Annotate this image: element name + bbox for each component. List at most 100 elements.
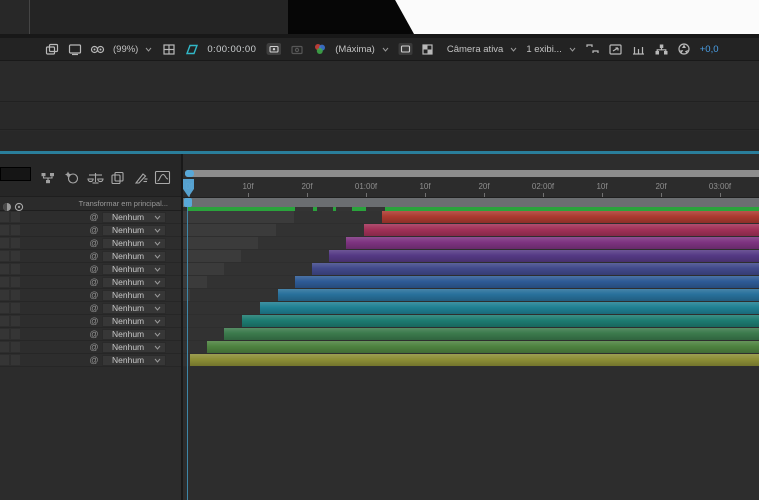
- lock-cell[interactable]: [11, 329, 20, 339]
- motion-blur-icon[interactable]: [132, 169, 149, 186]
- lock-cell[interactable]: [11, 290, 20, 300]
- parent-dropdown[interactable]: Nenhum: [102, 251, 166, 262]
- layer-row[interactable]: @ Nenhum: [0, 237, 181, 250]
- pick-whip-icon[interactable]: @: [88, 315, 100, 327]
- solo-cell[interactable]: [0, 329, 9, 339]
- solo-cell[interactable]: [0, 264, 9, 274]
- layer-duration-bar[interactable]: [329, 250, 759, 262]
- snapshot-camera-icon[interactable]: [266, 42, 281, 57]
- resolution-select[interactable]: (Máxima): [335, 44, 389, 55]
- view-layout-select[interactable]: 1 exibi...: [526, 44, 575, 55]
- layer-duration-bar[interactable]: [312, 263, 759, 275]
- channel-color-icon[interactable]: [312, 42, 327, 57]
- pick-whip-icon[interactable]: @: [88, 276, 100, 288]
- pick-whip-icon[interactable]: @: [88, 328, 100, 340]
- lock-cell[interactable]: [11, 277, 20, 287]
- shy-icon[interactable]: [87, 169, 104, 186]
- solo-cell[interactable]: [0, 316, 9, 326]
- share-view-icon[interactable]: [585, 42, 600, 57]
- solo-cell[interactable]: [0, 225, 9, 235]
- parent-dropdown[interactable]: Nenhum: [102, 290, 166, 301]
- graph-editor-icon[interactable]: [154, 169, 171, 186]
- lock-cell[interactable]: [11, 212, 20, 222]
- parent-dropdown[interactable]: Nenhum: [102, 238, 166, 249]
- parent-dropdown[interactable]: Nenhum: [102, 329, 166, 340]
- solo-cell[interactable]: [0, 342, 9, 352]
- layer-duration-bar[interactable]: [242, 315, 759, 327]
- transparency-grid-icon[interactable]: [421, 42, 436, 57]
- mini-flowchart-icon[interactable]: [39, 169, 56, 186]
- layer-duration-bar[interactable]: [224, 328, 759, 340]
- parent-column-header[interactable]: Transformar em principal...: [79, 199, 168, 208]
- search-input[interactable]: [0, 167, 31, 181]
- pick-whip-icon[interactable]: @: [88, 341, 100, 353]
- layer-row[interactable]: @ Nenhum: [0, 315, 181, 328]
- exposure-icon[interactable]: [677, 42, 692, 57]
- solo-cell[interactable]: [0, 290, 9, 300]
- layer-row[interactable]: @ Nenhum: [0, 302, 181, 315]
- layer-row[interactable]: @ Nenhum: [0, 250, 181, 263]
- work-area-bar[interactable]: [183, 198, 759, 207]
- pick-whip-icon[interactable]: @: [88, 211, 100, 223]
- 3d-view-select[interactable]: Câmera ativa: [447, 44, 518, 55]
- layer-duration-bar[interactable]: [278, 289, 759, 301]
- solo-cell[interactable]: [0, 238, 9, 248]
- flowchart-icon[interactable]: [654, 42, 669, 57]
- lock-cell[interactable]: [11, 225, 20, 235]
- layer-duration-bar[interactable]: [364, 224, 759, 236]
- layer-duration-bar[interactable]: [207, 341, 759, 353]
- parent-dropdown[interactable]: Nenhum: [102, 342, 166, 353]
- magnification-select[interactable]: (99%): [113, 44, 152, 55]
- grid-guides-icon[interactable]: [161, 42, 176, 57]
- layer-row[interactable]: @ Nenhum: [0, 211, 181, 224]
- time-navigator-bar[interactable]: [185, 170, 759, 177]
- lock-cell[interactable]: [11, 316, 20, 326]
- region-of-interest-icon[interactable]: [398, 42, 413, 57]
- parent-dropdown[interactable]: Nenhum: [102, 316, 166, 327]
- layer-row[interactable]: @ Nenhum: [0, 341, 181, 354]
- monitor-icon[interactable]: [67, 42, 82, 57]
- pick-whip-icon[interactable]: @: [88, 289, 100, 301]
- show-snapshot-icon[interactable]: [289, 42, 304, 57]
- layer-row[interactable]: @ Nenhum: [0, 354, 181, 367]
- pixel-aspect-icon[interactable]: [608, 42, 623, 57]
- layer-row[interactable]: @ Nenhum: [0, 224, 181, 237]
- frame-blend-icon[interactable]: [109, 169, 126, 186]
- lock-cell[interactable]: [11, 355, 20, 365]
- layer-duration-bar[interactable]: [346, 237, 759, 249]
- mask-visibility-icon[interactable]: [184, 42, 199, 57]
- layer-duration-bar[interactable]: [260, 302, 759, 314]
- lock-cell[interactable]: [11, 342, 20, 352]
- lock-cell[interactable]: [11, 303, 20, 313]
- parent-dropdown[interactable]: Nenhum: [102, 225, 166, 236]
- parent-dropdown[interactable]: Nenhum: [102, 303, 166, 314]
- pick-whip-icon[interactable]: @: [88, 354, 100, 366]
- solo-cell[interactable]: [0, 277, 9, 287]
- solo-cell[interactable]: [0, 251, 9, 261]
- parent-dropdown[interactable]: Nenhum: [102, 212, 166, 223]
- lock-cell[interactable]: [11, 238, 20, 248]
- goggles-icon[interactable]: [90, 42, 105, 57]
- solo-cell[interactable]: [0, 212, 9, 222]
- layer-row[interactable]: @ Nenhum: [0, 263, 181, 276]
- playhead-handle[interactable]: [184, 198, 192, 207]
- layer-row[interactable]: @ Nenhum: [0, 289, 181, 302]
- time-navigator-handle[interactable]: [185, 170, 194, 177]
- parent-dropdown[interactable]: Nenhum: [102, 264, 166, 275]
- layer-row[interactable]: @ Nenhum: [0, 276, 181, 289]
- draft-3d-icon[interactable]: [63, 169, 80, 186]
- solo-cell[interactable]: [0, 355, 9, 365]
- exposure-value[interactable]: +0,0: [700, 44, 719, 55]
- solo-cell[interactable]: [0, 303, 9, 313]
- layer-row[interactable]: @ Nenhum: [0, 328, 181, 341]
- parent-dropdown[interactable]: Nenhum: [102, 277, 166, 288]
- ruler[interactable]: 0f10f20f01:00f10f20f02:00f10f20f03:00f: [183, 178, 759, 198]
- layer-duration-bar[interactable]: [295, 276, 759, 288]
- pick-whip-icon[interactable]: @: [88, 302, 100, 314]
- current-time-display[interactable]: 0:00:00:00: [207, 44, 256, 55]
- pick-whip-icon[interactable]: @: [88, 250, 100, 262]
- lock-cell[interactable]: [11, 264, 20, 274]
- pick-whip-icon[interactable]: @: [88, 224, 100, 236]
- pick-whip-icon[interactable]: @: [88, 237, 100, 249]
- layer-duration-bar[interactable]: [382, 211, 759, 223]
